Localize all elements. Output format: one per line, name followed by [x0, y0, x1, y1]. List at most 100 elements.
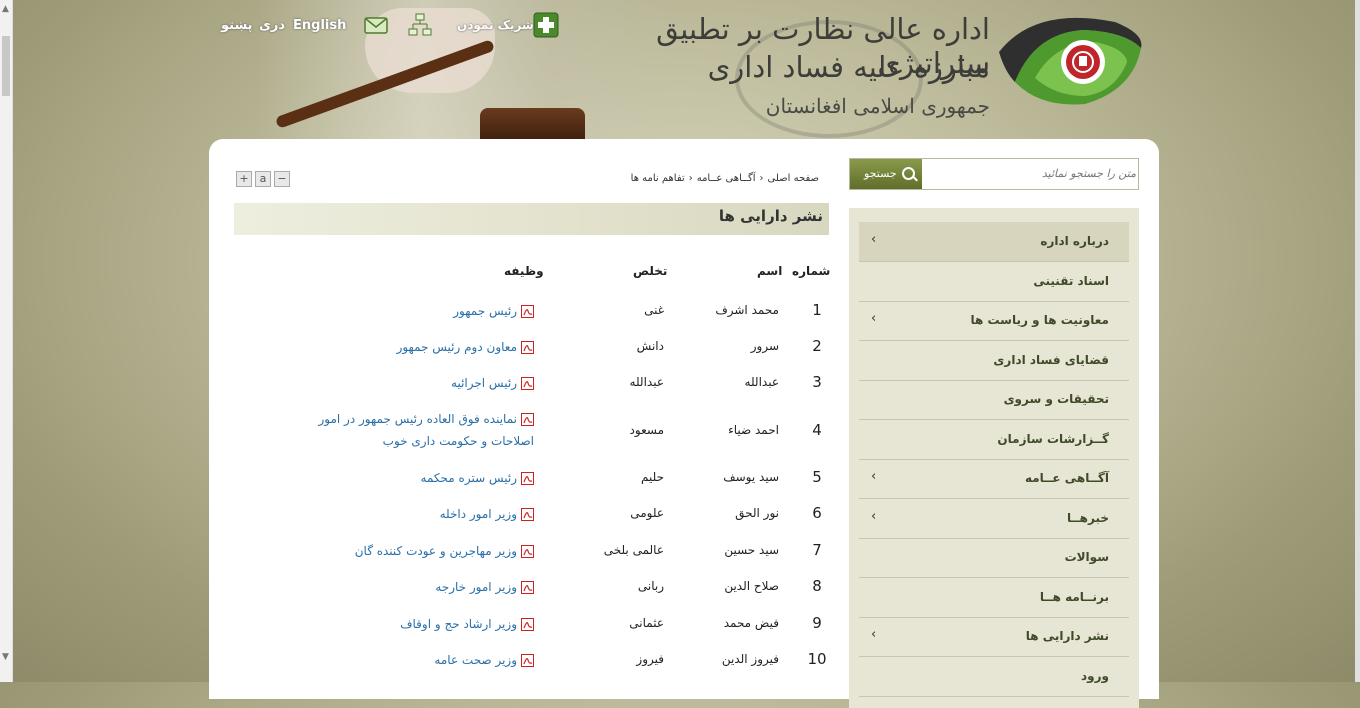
- row-duty-link[interactable]: نماینده فوق العاده رئیس جمهور در امور اص…: [304, 408, 534, 452]
- row-duty-text: رئیس ستره محکمه: [420, 471, 517, 485]
- share-plus-icon[interactable]: [533, 12, 559, 38]
- breadcrumb: صفحه اصلی‹آگــاهی عــامه‹تفاهم نامه ها: [629, 173, 819, 184]
- lang-english-link[interactable]: English: [293, 18, 346, 33]
- eye-logo-icon[interactable]: [995, 12, 1145, 112]
- breadcrumb-current: تفاهم نامه ها: [630, 173, 685, 184]
- row-duty-text: وزیر صحت عامه: [434, 653, 517, 667]
- sidebar-item-corruption-cases[interactable]: قضایای فساد اداری: [859, 341, 1129, 381]
- page-scrollbar[interactable]: ▲ ▼: [0, 0, 13, 682]
- scroll-up-icon[interactable]: ▲: [2, 4, 9, 14]
- row-duty-link[interactable]: وزیر مهاجرین و عودت کننده گان: [304, 540, 534, 562]
- row-name: نور الحق: [735, 506, 779, 520]
- sidebar-item-label: درباره اداره: [1040, 234, 1109, 248]
- sidebar-item-label: نشر دارایی ها: [1025, 629, 1109, 643]
- search-button[interactable]: جستجو: [850, 159, 922, 189]
- row-name: سید یوسف: [723, 470, 779, 484]
- font-decrease-button[interactable]: −: [274, 171, 290, 187]
- sidebar-item-login[interactable]: ورود: [859, 657, 1129, 697]
- search-button-label: جستجو: [864, 167, 897, 180]
- row-number: 2: [812, 337, 822, 355]
- pdf-icon: [521, 472, 534, 485]
- chevron-left-icon: ‹: [871, 232, 877, 247]
- row-duty-text: وزیر ارشاد حج و اوقاف: [400, 617, 517, 631]
- sidebar-item-label: آگــاهی عــامه: [1024, 471, 1109, 485]
- col-header-duty: وظیفه: [504, 264, 544, 278]
- row-name: عبدالله: [744, 375, 779, 389]
- row-duty-link[interactable]: رئیس اجرائیه: [304, 372, 534, 394]
- row-duty-text: رئیس اجرائیه: [451, 376, 517, 390]
- row-alias: ربانی: [637, 579, 664, 593]
- scroll-down-icon[interactable]: ▼: [2, 652, 9, 662]
- site-title-line2: مبارزه علیه فساد اداری: [707, 50, 990, 84]
- lang-pashto-link[interactable]: پښتو: [221, 18, 253, 33]
- row-duty-link[interactable]: معاون دوم رئیس جمهور: [304, 336, 534, 358]
- row-duty-text: وزیر امور خارجه: [435, 580, 517, 594]
- search-input[interactable]: [924, 159, 1140, 187]
- row-number: 9: [812, 614, 822, 632]
- pdf-icon: [521, 413, 534, 426]
- row-duty-link[interactable]: رئیس ستره محکمه: [304, 467, 534, 489]
- row-alias: فیروز: [636, 652, 664, 666]
- gavel-block-image: [480, 108, 585, 142]
- sidebar-item-label: اسناد تقنینی: [1033, 274, 1109, 288]
- row-duty-link[interactable]: وزیر امور خارجه: [304, 576, 534, 598]
- row-number: 7: [812, 541, 822, 559]
- row-number: 3: [812, 373, 822, 391]
- sidebar-item-faq[interactable]: سوالات: [859, 538, 1129, 578]
- row-name: محمد اشرف: [715, 303, 779, 317]
- sidebar-item-public-awareness[interactable]: آگــاهی عــامه ‹: [859, 459, 1129, 499]
- row-duty-link[interactable]: وزیر صحت عامه: [304, 649, 534, 671]
- breadcrumb-separator-icon: ‹: [759, 173, 764, 184]
- main-panel: جستجو درباره اداره ‹ اسناد تقنینی معاونی…: [209, 139, 1159, 708]
- row-duty-text: رئیس جمهور: [453, 304, 517, 318]
- breadcrumb-public-awareness[interactable]: آگــاهی عــامه: [697, 173, 756, 184]
- sidebar-item-about[interactable]: درباره اداره ‹: [859, 222, 1129, 262]
- row-duty-text: وزیر مهاجرین و عودت کننده گان: [354, 544, 517, 558]
- sidebar-item-label: تحقیقات و سروی: [1003, 392, 1109, 406]
- row-number: 10: [807, 650, 827, 668]
- font-increase-button[interactable]: +: [236, 171, 252, 187]
- sidebar-item-legislation[interactable]: اسناد تقنینی: [859, 262, 1129, 302]
- pdf-icon: [521, 618, 534, 631]
- sidebar-item-label: خبرهــا: [1066, 511, 1109, 525]
- row-number: 4: [812, 421, 822, 439]
- sidebar-item-research[interactable]: تحقیقات و سروی: [859, 380, 1129, 420]
- row-duty-link[interactable]: وزیر ارشاد حج و اوقاف: [304, 613, 534, 635]
- sidebar-item-deputies[interactable]: معاونیت ها و ریاست ها ‹: [859, 301, 1129, 341]
- sidebar-item-news[interactable]: خبرهــا ‹: [859, 499, 1129, 539]
- page-title-bar: نشر دارایی ها: [234, 203, 829, 235]
- row-name: فیروز الدین: [721, 652, 779, 666]
- pdf-icon: [521, 581, 534, 594]
- sitemap-icon[interactable]: [407, 12, 433, 38]
- chevron-left-icon: ‹: [871, 469, 877, 484]
- breadcrumb-home[interactable]: صفحه اصلی: [768, 173, 819, 184]
- row-number: 5: [812, 468, 822, 486]
- row-alias: عثمانی: [629, 616, 664, 630]
- font-reset-button[interactable]: a: [255, 171, 271, 187]
- row-duty-link[interactable]: رئیس جمهور: [304, 300, 534, 322]
- row-alias: عالمی بلخی: [603, 543, 664, 557]
- scrollbar-thumb[interactable]: [2, 36, 10, 96]
- lang-dari-link[interactable]: دری: [259, 18, 285, 33]
- row-number: 8: [812, 577, 822, 595]
- search-icon: [902, 167, 915, 180]
- sidebar-item-reports[interactable]: گــزارشات سازمان: [859, 420, 1129, 460]
- row-number: 6: [812, 504, 822, 522]
- row-duty-link[interactable]: وزیر امور داخله: [304, 503, 534, 525]
- row-alias: مسعود: [629, 423, 664, 437]
- sidebar-item-asset-declarations[interactable]: نشر دارایی ها ‹: [859, 617, 1129, 657]
- page-title: نشر دارایی ها: [718, 207, 823, 225]
- chevron-left-icon: ‹: [871, 509, 877, 524]
- pdf-icon: [521, 305, 534, 318]
- col-header-name: اسم: [757, 264, 783, 278]
- sidebar-item-programs[interactable]: برنــامه هــا: [859, 578, 1129, 618]
- row-alias: علومی: [630, 506, 664, 520]
- share-link[interactable]: شریک نمودن: [457, 18, 534, 32]
- sidebar-item-label: سوالات: [1064, 550, 1109, 564]
- row-alias: غنی: [644, 303, 664, 317]
- row-alias: عبدالله: [629, 375, 664, 389]
- search-box: جستجو: [849, 158, 1140, 190]
- site-title-line3: جمهوری اسلامی افغانستان: [765, 94, 990, 118]
- site-header: اداره عالی نظارت بر تطبیق ستراتیژی مبارز…: [215, 0, 1155, 142]
- mail-icon[interactable]: [363, 12, 389, 38]
